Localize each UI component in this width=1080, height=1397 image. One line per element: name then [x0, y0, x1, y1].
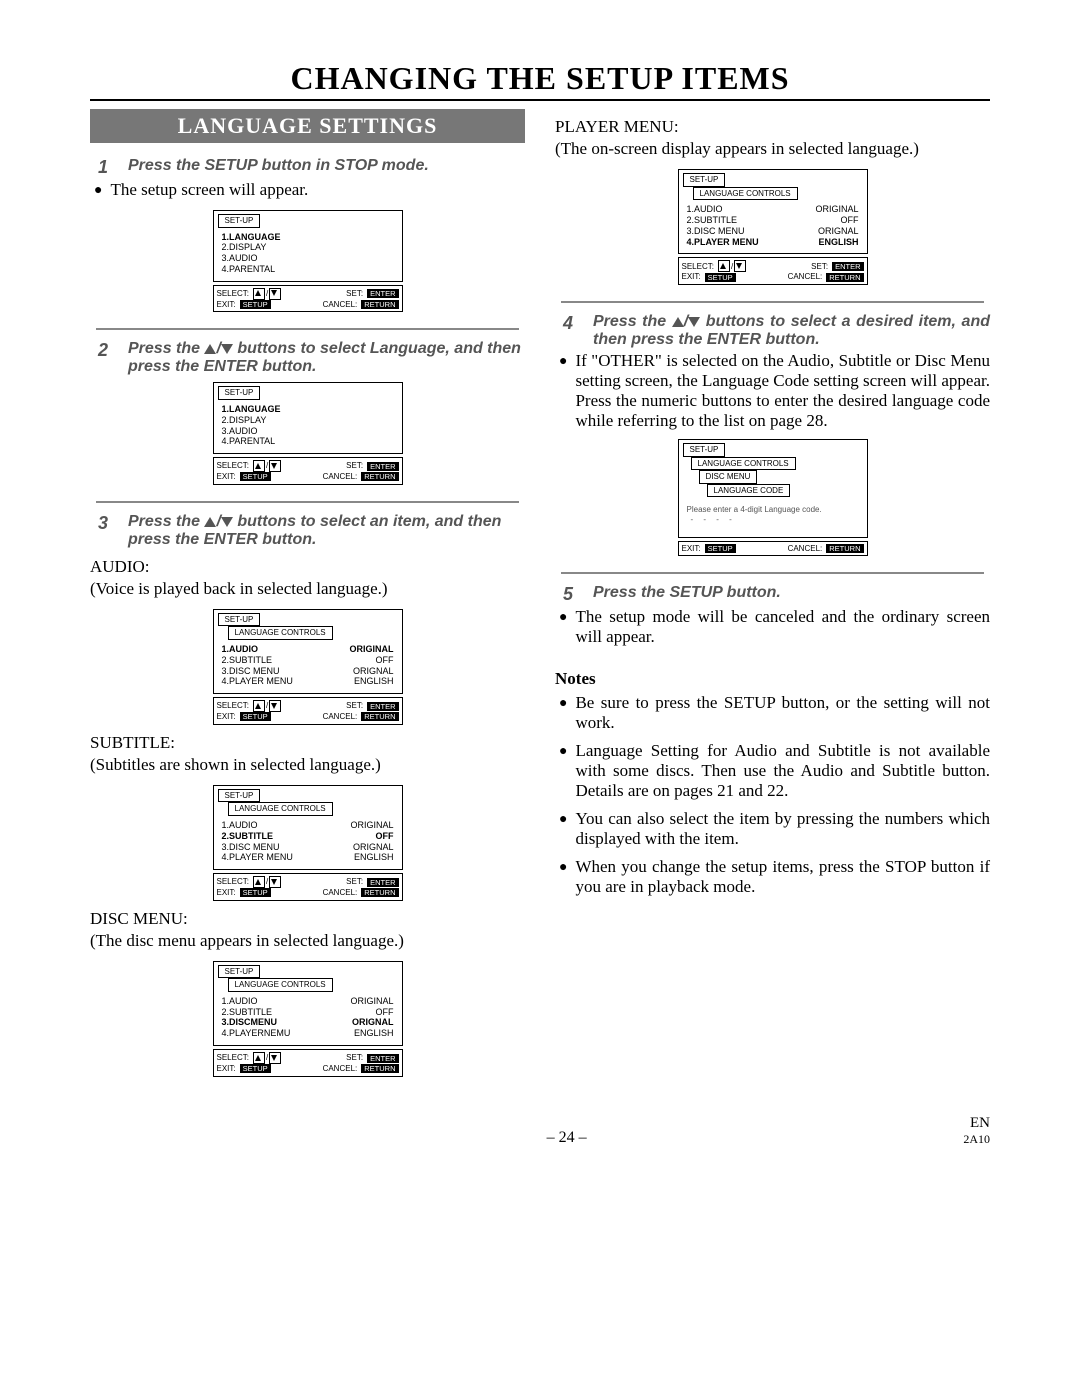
footer-code: 2A10 [963, 1132, 990, 1147]
down-arrow-icon [221, 517, 233, 527]
note-item: ●Language Setting for Audio and Subtitle… [559, 741, 990, 801]
player-heading: PLAYER MENU: [555, 117, 990, 137]
down-arrow-icon [688, 317, 700, 327]
step-4: 4 Press the / buttons to select a desire… [563, 313, 990, 349]
step-1: 1 Press the SETUP button in STOP mode. [98, 157, 525, 178]
up-arrow-icon [672, 317, 684, 327]
page-number: – 24 – [170, 1129, 963, 1147]
osd-setup-main-1: SET-UP 1.LANGUAGE 2.DISPLAY 3.AUDIO 4.PA… [213, 210, 403, 312]
osd-lang-player: SET-UP LANGUAGE CONTROLS 1.AUDIOORIGINAL… [678, 169, 868, 285]
osd-lang-disc: SET-UP LANGUAGE CONTROLS 1.AUDIOORIGINAL… [213, 961, 403, 1077]
note-item: ●You can also select the item by pressin… [559, 809, 990, 849]
up-down-icon: / [253, 288, 281, 300]
disc-heading: DISC MENU: [90, 909, 525, 929]
right-column: PLAYER MENU: (The on-screen display appe… [555, 109, 990, 1085]
audio-heading: AUDIO: [90, 557, 525, 577]
left-column: LANGUAGE SETTINGS 1 Press the SETUP butt… [90, 109, 525, 1085]
note-item: ●When you change the setup items, press … [559, 857, 990, 897]
page-footer: – 24 – EN 2A10 [90, 1115, 990, 1147]
footer-lang: EN [970, 1115, 990, 1131]
section-heading: LANGUAGE SETTINGS [90, 109, 525, 143]
page-title: CHANGING THE SETUP ITEMS [90, 60, 990, 101]
notes-heading: Notes [555, 669, 990, 689]
player-desc: (The on-screen display appears in select… [555, 139, 990, 159]
divider [561, 572, 984, 574]
audio-desc: (Voice is played back in selected langua… [90, 579, 525, 599]
up-down-icon: / [253, 1052, 281, 1064]
divider [96, 328, 519, 330]
divider [561, 301, 984, 303]
step-3: 3 Press the / buttons to select an item,… [98, 513, 525, 549]
step-2: 2 Press the / buttons to select Language… [98, 340, 525, 376]
disc-desc: (The disc menu appears in selected langu… [90, 931, 525, 951]
step-4-note: ● If "OTHER" is selected on the Audio, S… [559, 351, 990, 431]
up-arrow-icon [204, 517, 216, 527]
up-down-icon: / [718, 260, 746, 272]
step-1-result: ● The setup screen will appear. [94, 180, 525, 202]
divider [96, 501, 519, 503]
osd-language-code: SET-UP LANGUAGE CONTROLS DISC MENU LANGU… [678, 439, 868, 556]
down-arrow-icon [221, 344, 233, 354]
up-down-icon: / [253, 460, 281, 472]
osd-setup-main-2: SET-UP 1.LANGUAGE 2.DISPLAY 3.AUDIO 4.PA… [213, 382, 403, 484]
up-down-icon: / [253, 700, 281, 712]
step-5: 5 Press the SETUP button. [563, 584, 990, 605]
up-arrow-icon [204, 344, 216, 354]
osd-lang-subtitle: SET-UP LANGUAGE CONTROLS 1.AUDIOORIGINAL… [213, 785, 403, 901]
step-5-result: ● The setup mode will be canceled and th… [559, 607, 990, 647]
subtitle-heading: SUBTITLE: [90, 733, 525, 753]
subtitle-desc: (Subtitles are shown in selected languag… [90, 755, 525, 775]
up-down-icon: / [253, 876, 281, 888]
osd-lang-audio: SET-UP LANGUAGE CONTROLS 1.AUDIOORIGINAL… [213, 609, 403, 725]
note-item: ●Be sure to press the SETUP button, or t… [559, 693, 990, 733]
